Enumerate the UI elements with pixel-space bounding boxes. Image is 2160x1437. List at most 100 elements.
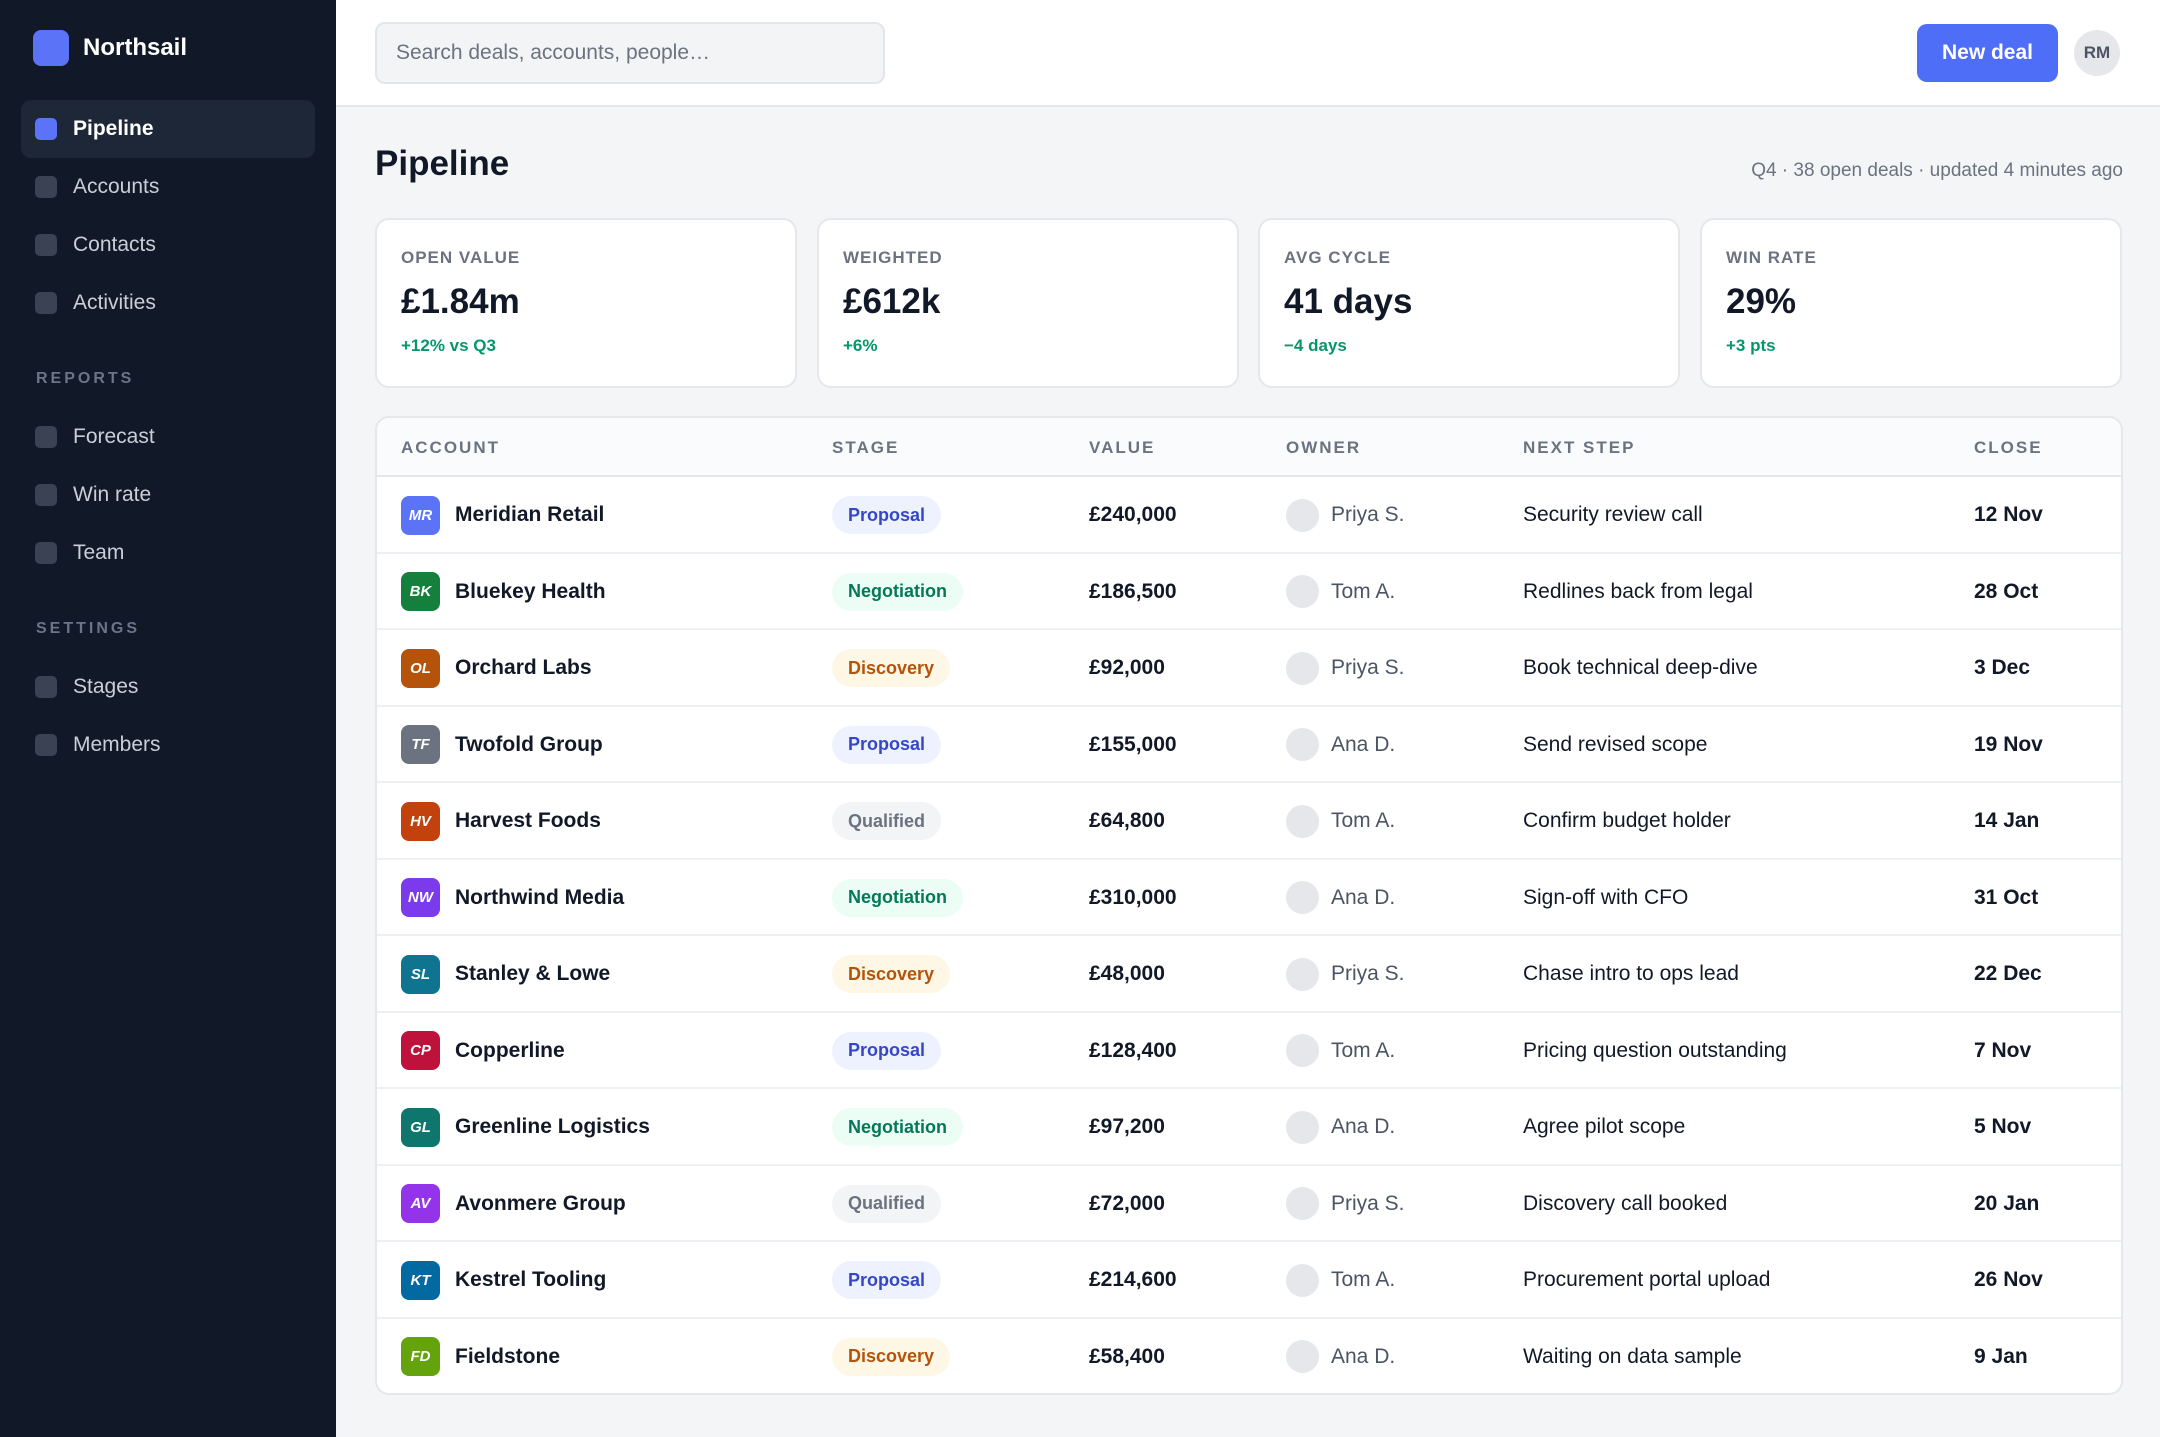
- stage-badge[interactable]: Negotiation: [832, 1108, 963, 1146]
- stat-card-win-rate: WIN RATE 29% +3 pts: [1700, 218, 2122, 388]
- stage-badge[interactable]: Discovery: [832, 1337, 951, 1376]
- owner-cell[interactable]: Tom A.: [1286, 783, 1395, 859]
- table-row[interactable]: TF Twofold Group Proposal £155,000 Ana D. Sen…: [377, 707, 2121, 783]
- account-cell[interactable]: CP Copperline: [401, 1013, 565, 1089]
- stage-badge[interactable]: Proposal: [832, 496, 942, 534]
- sidebar-item-label: Contacts: [73, 233, 156, 256]
- stage-badge[interactable]: Discovery: [832, 955, 951, 993]
- account-cell[interactable]: OL Orchard Labs: [401, 630, 592, 706]
- user-avatar[interactable]: RM: [2074, 30, 2120, 76]
- sidebar-item-pipeline[interactable]: Pipeline: [21, 100, 315, 158]
- value-cell: £214,600: [1089, 1268, 1177, 1291]
- account-name[interactable]: Greenline Logistics: [455, 1115, 650, 1139]
- account-name[interactable]: Stanley & Lowe: [455, 962, 610, 986]
- stage-badge[interactable]: Negotiation: [832, 572, 963, 611]
- next-step-cell: Sign-off with CFO: [1523, 885, 1689, 909]
- account-name[interactable]: Avonmere Group: [455, 1192, 626, 1216]
- column-header-stage[interactable]: STAGE: [832, 438, 899, 458]
- account-cell[interactable]: BK Bluekey Health: [401, 554, 606, 630]
- table-row[interactable]: AV Avonmere Group Qualified £72,000 Priya S.…: [377, 1166, 2121, 1242]
- sidebar-item-team[interactable]: Team: [21, 524, 315, 582]
- account-name[interactable]: Kestrel Tooling: [455, 1268, 606, 1292]
- stage-badge[interactable]: Negotiation: [832, 878, 963, 917]
- owner-cell[interactable]: Ana D.: [1286, 1319, 1395, 1394]
- stage-badge[interactable]: Proposal: [832, 1031, 942, 1070]
- account-name[interactable]: Copperline: [455, 1039, 565, 1063]
- account-cell[interactable]: MR Meridian Retail: [401, 477, 604, 553]
- table-row[interactable]: MR Meridian Retail Proposal £240,000 Priya S…: [377, 477, 2121, 554]
- account-name[interactable]: Harvest Foods: [455, 809, 601, 833]
- stat-delta: +6%: [843, 336, 878, 355]
- nav-settings: Stages Members: [21, 658, 315, 774]
- table-row[interactable]: GL Greenline Logistics Negotiation £97,200 A…: [377, 1089, 2121, 1166]
- account-cell[interactable]: TF Twofold Group: [401, 707, 603, 783]
- sidebar-item-members[interactable]: Members: [21, 716, 315, 774]
- owner-cell[interactable]: Priya S.: [1286, 630, 1405, 706]
- brand[interactable]: Northsail: [21, 28, 315, 68]
- next-step-cell: Send revised scope: [1523, 732, 1708, 756]
- sidebar-item-stages[interactable]: Stages: [21, 658, 315, 716]
- stage-badge[interactable]: Discovery: [832, 649, 951, 687]
- account-name[interactable]: Meridian Retail: [455, 503, 604, 527]
- owner-cell[interactable]: Tom A.: [1286, 1242, 1395, 1318]
- sidebar-item-win-rate[interactable]: Win rate: [21, 466, 315, 524]
- table-row[interactable]: HV Harvest Foods Qualified £64,800 Tom A. Con…: [377, 783, 2121, 860]
- owner-cell[interactable]: Ana D.: [1286, 707, 1395, 783]
- table-row[interactable]: BK Bluekey Health Negotiation £186,500 Tom A…: [377, 554, 2121, 630]
- stage-badge[interactable]: Qualified: [832, 1184, 942, 1223]
- account-cell[interactable]: HV Harvest Foods: [401, 783, 601, 859]
- account-name[interactable]: Bluekey Health: [455, 580, 606, 604]
- sidebar-item-activities[interactable]: Activities: [21, 274, 315, 332]
- account-name[interactable]: Northwind Media: [455, 886, 624, 910]
- account-cell[interactable]: FD Fieldstone: [401, 1319, 560, 1394]
- owner-cell[interactable]: Priya S.: [1286, 477, 1405, 553]
- owner-name: Priya S.: [1331, 1191, 1405, 1215]
- column-header-owner[interactable]: OWNER: [1286, 438, 1361, 458]
- account-name[interactable]: Fieldstone: [455, 1345, 560, 1369]
- owner-cell[interactable]: Priya S.: [1286, 1166, 1405, 1242]
- owner-cell[interactable]: Ana D.: [1286, 1089, 1395, 1165]
- value-cell: £240,000: [1089, 503, 1177, 526]
- sidebar-item-forecast[interactable]: Forecast: [21, 408, 315, 466]
- stage-badge[interactable]: Proposal: [832, 1261, 942, 1299]
- stage-badge[interactable]: Proposal: [832, 725, 942, 764]
- account-cell[interactable]: GL Greenline Logistics: [401, 1089, 650, 1165]
- sidebar-item-accounts[interactable]: Accounts: [21, 158, 315, 216]
- stat-label: WEIGHTED: [843, 248, 943, 267]
- new-deal-button[interactable]: New deal: [1917, 24, 2058, 82]
- column-header-close[interactable]: CLOSE: [1974, 438, 2043, 458]
- owner-cell[interactable]: Priya S.: [1286, 936, 1405, 1012]
- owner-name: Tom A.: [1331, 579, 1396, 603]
- table-row[interactable]: NW Northwind Media Negotiation £310,000 Ana …: [377, 860, 2121, 936]
- account-cell[interactable]: AV Avonmere Group: [401, 1166, 626, 1242]
- owner-cell[interactable]: Tom A.: [1286, 1013, 1395, 1089]
- search-input[interactable]: [375, 22, 885, 84]
- stage-cell: Proposal: [832, 707, 942, 783]
- table-row[interactable]: KT Kestrel Tooling Proposal £214,600 Tom A. P…: [377, 1242, 2121, 1319]
- sidebar-item-contacts[interactable]: Contacts: [21, 216, 315, 274]
- close-date-cell: 12 Nov: [1974, 503, 2043, 526]
- table-row[interactable]: FD Fieldstone Discovery £58,400 Ana D. Waitin…: [377, 1319, 2121, 1394]
- account-name[interactable]: Twofold Group: [455, 733, 603, 757]
- owner-name: Ana D.: [1331, 1115, 1396, 1138]
- owner-cell[interactable]: Ana D.: [1286, 860, 1395, 936]
- table-row[interactable]: CP Copperline Proposal £128,400 Tom A. Pricin…: [377, 1013, 2121, 1089]
- column-header-next-step[interactable]: NEXT STEP: [1523, 438, 1635, 458]
- account-cell[interactable]: KT Kestrel Tooling: [401, 1242, 606, 1318]
- value-cell: £310,000: [1089, 885, 1177, 909]
- stat-label: OPEN VALUE: [401, 248, 521, 267]
- table-row[interactable]: OL Orchard Labs Discovery £92,000 Priya S. Bo…: [377, 630, 2121, 707]
- owner-avatar: [1286, 651, 1319, 685]
- close-date-cell: 28 Oct: [1974, 579, 2039, 603]
- account-cell[interactable]: SL Stanley & Lowe: [401, 936, 610, 1012]
- value-cell: £48,000: [1089, 962, 1165, 985]
- column-header-account[interactable]: ACCOUNT: [401, 438, 500, 458]
- column-header-value[interactable]: VALUE: [1089, 438, 1155, 458]
- next-step-cell: Redlines back from legal: [1523, 579, 1753, 603]
- owner-cell[interactable]: Tom A.: [1286, 554, 1395, 630]
- account-cell[interactable]: NW Northwind Media: [401, 860, 624, 936]
- close-date-cell: 9 Jan: [1974, 1344, 2028, 1368]
- account-name[interactable]: Orchard Labs: [455, 656, 592, 680]
- stage-badge[interactable]: Qualified: [832, 802, 942, 840]
- table-row[interactable]: SL Stanley & Lowe Discovery £48,000 Priya S.…: [377, 936, 2121, 1013]
